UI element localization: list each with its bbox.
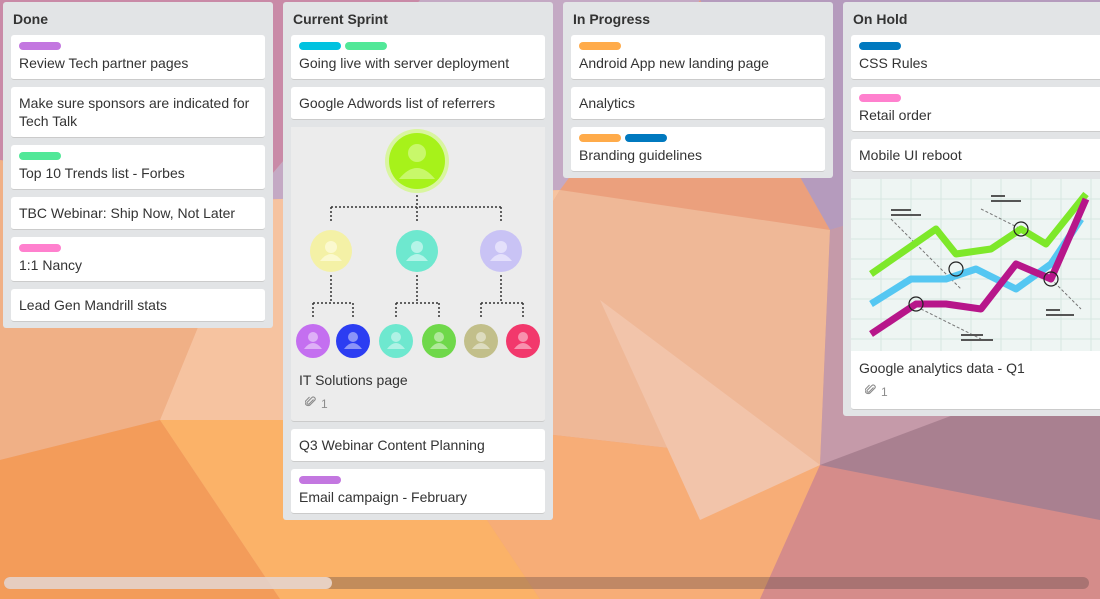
card[interactable]: Branding guidelines: [571, 127, 825, 172]
card-title: Android App new landing page: [579, 55, 769, 71]
card[interactable]: TBC Webinar: Ship Now, Not Later: [11, 197, 265, 230]
attachment-count: 1: [881, 385, 888, 399]
label-blue: [625, 134, 667, 142]
scrollbar-thumb[interactable]: [4, 577, 332, 589]
paperclip-icon: [304, 395, 317, 413]
card-title: Retail order: [859, 107, 932, 123]
attachment-count: 1: [321, 397, 328, 411]
card-title: Analytics: [579, 95, 636, 111]
card-labels: [859, 94, 1097, 102]
card[interactable]: Mobile UI reboot: [851, 139, 1100, 172]
card-labels: [299, 476, 537, 484]
card-title: Google analytics data - Q1: [859, 360, 1025, 376]
paperclip-icon: [864, 383, 877, 401]
card-title: Review Tech partner pages: [19, 55, 189, 71]
card-title: Q3 Webinar Content Planning: [299, 437, 485, 453]
card-cover-image: [851, 179, 1100, 351]
card[interactable]: CSS Rules: [851, 35, 1100, 80]
card[interactable]: Make sure sponsors are indicated for Tec…: [11, 87, 265, 138]
card-title: 1:1 Nancy: [19, 257, 83, 273]
list-title[interactable]: On Hold: [851, 2, 1100, 35]
card-title: Top 10 Trends list - Forbes: [19, 165, 185, 181]
card[interactable]: Android App new landing page: [571, 35, 825, 80]
list-title[interactable]: In Progress: [571, 2, 825, 35]
card-title: CSS Rules: [859, 55, 928, 71]
card[interactable]: Email campaign - February: [291, 469, 545, 514]
label-pink: [19, 244, 61, 252]
list-done: Done Review Tech partner pages Make sure…: [3, 2, 273, 328]
card-title: TBC Webinar: Ship Now, Not Later: [19, 205, 236, 221]
card[interactable]: Analytics: [571, 87, 825, 120]
card[interactable]: Going live with server deployment: [291, 35, 545, 80]
label-purple: [299, 476, 341, 484]
list-title[interactable]: Done: [11, 2, 265, 35]
card[interactable]: Top 10 Trends list - Forbes: [11, 145, 265, 190]
card-title: Make sure sponsors are indicated for Tec…: [19, 95, 250, 129]
card-labels: [579, 134, 817, 142]
org-chart-image: [291, 127, 545, 363]
card-labels: [19, 42, 257, 50]
card-cover-image: [291, 127, 545, 363]
card-badges: 1: [851, 381, 1100, 409]
card[interactable]: Lead Gen Mandrill stats: [11, 289, 265, 322]
card[interactable]: Retail order: [851, 87, 1100, 132]
list-current-sprint: Current Sprint Going live with server de…: [283, 2, 553, 520]
card-title: Lead Gen Mandrill stats: [19, 297, 167, 313]
card[interactable]: IT Solutions page 1: [291, 127, 545, 422]
horizontal-scrollbar[interactable]: [4, 577, 1089, 589]
card-title: Email campaign - February: [299, 489, 468, 505]
label-green: [19, 152, 61, 160]
list-on-hold: On Hold CSS Rules Retail order Mobile UI…: [843, 2, 1100, 416]
card[interactable]: Google Adwords list of referrers: [291, 87, 545, 120]
label-orange: [579, 42, 621, 50]
list-in-progress: In Progress Android App new landing page…: [563, 2, 833, 178]
card-labels: [579, 42, 817, 50]
label-sky: [299, 42, 341, 50]
card-title: Branding guidelines: [579, 147, 702, 163]
label-purple: [19, 42, 61, 50]
label-pink: [859, 94, 901, 102]
card-labels: [299, 42, 537, 50]
label-green: [345, 42, 387, 50]
label-orange: [579, 134, 621, 142]
card[interactable]: 1:1 Nancy: [11, 237, 265, 282]
card-title: Going live with server deployment: [299, 55, 510, 71]
card[interactable]: Q3 Webinar Content Planning: [291, 429, 545, 462]
card-badges: 1: [291, 393, 545, 421]
card-title: IT Solutions page: [299, 372, 408, 388]
analytics-chart-image: [851, 179, 1100, 351]
card[interactable]: Google analytics data - Q1 1: [851, 179, 1100, 410]
card-labels: [19, 244, 257, 252]
list-title[interactable]: Current Sprint: [291, 2, 545, 35]
card-labels: [859, 42, 1097, 50]
card-title: Mobile UI reboot: [859, 147, 962, 163]
label-blue: [859, 42, 901, 50]
card-labels: [19, 152, 257, 160]
card-title: Google Adwords list of referrers: [299, 95, 496, 111]
card[interactable]: Review Tech partner pages: [11, 35, 265, 80]
